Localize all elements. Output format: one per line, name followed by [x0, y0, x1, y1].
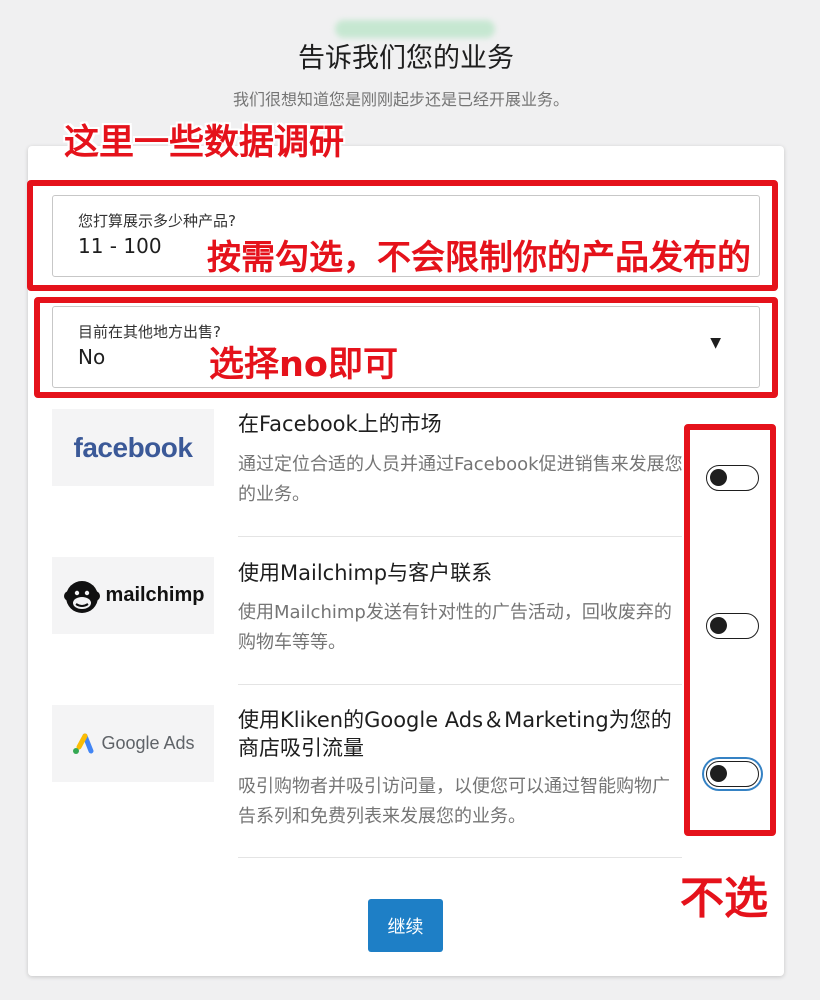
annotation-survey-note: 这里一些数据调研 — [64, 123, 345, 163]
page-subtitle: 我们很想知道您是刚刚起步还是已经开展业务。 — [232, 90, 569, 109]
annotation-box-selling — [34, 297, 778, 398]
facebook-description: 通过定位合适的人员并通过Facebook促进销售来发展您的业务。 — [238, 454, 683, 505]
continue-button[interactable]: 继续 — [368, 899, 443, 952]
google-ads-icon — [73, 733, 94, 754]
annotation-products-note: 按需勾选，不会限制你的产品发布的 — [207, 238, 751, 278]
row-divider — [238, 536, 682, 537]
facebook-title: 在Facebook上的市场 — [238, 412, 442, 436]
google-ads-logo: Google Ads — [52, 705, 214, 782]
annotation-selling-note: 选择no即可 — [209, 345, 398, 385]
annotation-box-toggles — [684, 424, 776, 836]
facebook-logo-text: facebook — [73, 431, 193, 463]
google-ads-title: 使用Kliken的Google Ads＆Marketing为您的商店吸引流量 — [238, 708, 672, 760]
google-ads-description: 吸引购物者并吸引访问量，以便您可以通过智能购物广告系列和免费列表来发展您的业务。 — [238, 776, 670, 827]
mailchimp-monkey-icon — [63, 580, 100, 613]
annotation-toggles-note: 不选 — [680, 873, 768, 924]
mailchimp-title: 使用Mailchimp与客户联系 — [238, 561, 493, 585]
mailchimp-logo-text: mailchimp — [105, 584, 205, 606]
row-divider — [238, 857, 682, 858]
google-ads-logo-text: Google Ads — [101, 733, 195, 753]
row-divider — [238, 684, 682, 685]
mailchimp-description: 使用Mailchimp发送有针对性的广告活动，回收废弃的购物车等等。 — [238, 602, 672, 653]
mailchimp-logo: mailchimp — [52, 557, 214, 634]
facebook-logo: facebook — [52, 409, 214, 486]
page-title: 告诉我们您的业务 — [298, 43, 514, 74]
